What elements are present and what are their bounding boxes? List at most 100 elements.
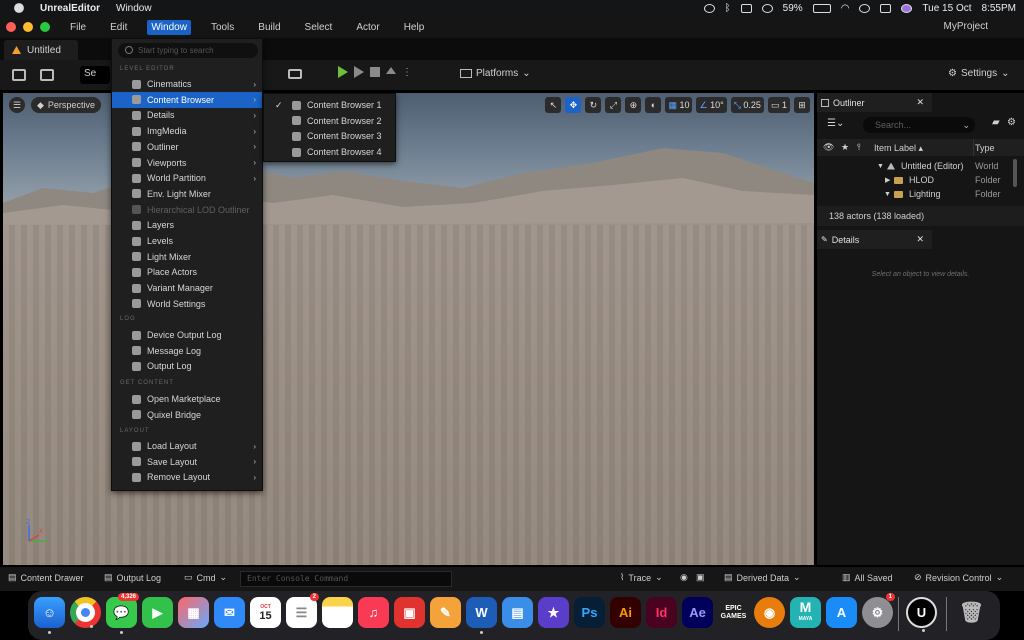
- chrome-icon[interactable]: [70, 597, 101, 628]
- submenu-item-content-browser-1[interactable]: ✓ Content Browser 1: [264, 97, 395, 113]
- settings-button[interactable]: ⚙ Settings ⌄: [948, 68, 1010, 79]
- mail-icon[interactable]: ✉: [214, 597, 245, 628]
- translate-tool-icon[interactable]: ✥: [565, 97, 582, 113]
- surface-snap-icon[interactable]: ◐: [645, 97, 662, 113]
- platforms-button[interactable]: Platforms ⌄: [460, 68, 531, 79]
- macos-app-name[interactable]: UnrealEditor: [40, 3, 100, 14]
- close-window-button[interactable]: [6, 22, 16, 32]
- creative-cloud-icon[interactable]: [703, 3, 715, 13]
- scale-snap-button[interactable]: ⤡ 0.25: [730, 97, 764, 113]
- menu-item-message-log[interactable]: Message Log: [112, 343, 262, 359]
- eject-icon[interactable]: [386, 67, 396, 74]
- menu-item-output-log[interactable]: Output Log: [112, 358, 262, 374]
- menu-item-light-mixer[interactable]: Light Mixer: [112, 249, 262, 265]
- trace-button[interactable]: ⌇ Trace ⌄: [620, 572, 663, 583]
- menu-tools[interactable]: Tools: [207, 20, 238, 35]
- revision-control-button[interactable]: ⊘ Revision Control ⌄: [914, 572, 1003, 583]
- calendar-icon[interactable]: OCT 15: [250, 597, 281, 628]
- trash-icon[interactable]: 🗑: [956, 597, 987, 628]
- console-command-input[interactable]: Enter Console Command: [240, 571, 452, 587]
- details-tab[interactable]: ✎ Details ✕: [817, 230, 932, 249]
- bluetooth-icon[interactable]: ᛒ: [725, 3, 731, 14]
- browse-content-icon[interactable]: [40, 69, 54, 81]
- derived-data-button[interactable]: ▤ Derived Data ⌄: [724, 572, 801, 583]
- menu-item-remove-layout[interactable]: Remove Layout ›: [112, 469, 262, 485]
- item-label-column[interactable]: Item Label ▴: [874, 143, 923, 154]
- visibility-eye-icon[interactable]: 👁: [823, 142, 834, 153]
- presentation-app-icon[interactable]: ▣: [394, 597, 425, 628]
- messages-icon[interactable]: 💬 4,326: [106, 593, 139, 634]
- screenshot-icon[interactable]: ▣: [696, 572, 705, 583]
- rotate-tool-icon[interactable]: ↻: [585, 97, 602, 113]
- document-tab-untitled[interactable]: Untitled: [4, 40, 78, 60]
- menu-item-levels[interactable]: Levels: [112, 233, 262, 249]
- cmd-dropdown[interactable]: ▭ Cmd ⌄: [184, 572, 227, 583]
- outliner-row[interactable]: ▼ Untitled (Editor) World: [817, 159, 1024, 173]
- outliner-row[interactable]: ▼ Lighting Folder: [817, 187, 1024, 201]
- close-icon[interactable]: ✕: [916, 97, 924, 108]
- media-play-icon[interactable]: [761, 3, 773, 13]
- battery-icon[interactable]: [812, 3, 831, 13]
- menu-actor[interactable]: Actor: [352, 20, 383, 35]
- play-options-icon[interactable]: ⋮: [402, 67, 412, 78]
- launchpad-icon[interactable]: ▦: [178, 597, 209, 628]
- menu-help[interactable]: Help: [400, 20, 429, 35]
- menu-edit[interactable]: Edit: [106, 20, 131, 35]
- submenu-item-content-browser-4[interactable]: Content Browser 4: [264, 144, 395, 160]
- all-saved-button[interactable]: ▥ All Saved: [842, 572, 893, 583]
- menu-item-quixel-bridge[interactable]: Quixel Bridge: [112, 407, 262, 423]
- submenu-item-content-browser-2[interactable]: Content Browser 2: [264, 113, 395, 129]
- outliner-row[interactable]: ▶ HLOD Folder: [817, 173, 1024, 187]
- wifi-icon[interactable]: ◠: [841, 3, 850, 14]
- perspective-button[interactable]: ◆ Perspective: [31, 97, 101, 113]
- advance-frame-icon[interactable]: [354, 66, 364, 78]
- selection-mode-button[interactable]: Se: [80, 66, 110, 84]
- menu-item-imgmedia[interactable]: ImgMedia ›: [112, 123, 262, 139]
- favorite-star-icon[interactable]: ★: [841, 142, 849, 153]
- select-tool-icon[interactable]: ↖: [545, 97, 562, 113]
- word-icon[interactable]: W: [466, 597, 497, 634]
- content-drawer-button[interactable]: ▤ Content Drawer: [8, 572, 84, 583]
- pin-icon[interactable]: ⫯: [857, 142, 861, 153]
- expand-arrow-icon[interactable]: ▼: [884, 191, 891, 198]
- scale-tool-icon[interactable]: ⤢: [605, 97, 622, 113]
- outliner-scrollbar[interactable]: [1013, 159, 1017, 187]
- illustrator-icon[interactable]: Ai: [610, 597, 641, 628]
- menu-item-device-output-log[interactable]: Device Output Log: [112, 327, 262, 343]
- music-icon[interactable]: ♫: [358, 597, 389, 628]
- cinematics-icon[interactable]: [288, 69, 302, 79]
- epic-games-icon[interactable]: EPIC GAMES: [718, 597, 749, 628]
- hamburger-menu-icon[interactable]: ☰: [9, 97, 25, 113]
- outliner-search-input[interactable]: Search... ⌄: [863, 117, 975, 133]
- pencil-app-icon[interactable]: ✎: [430, 597, 461, 628]
- outliner-tab[interactable]: Outliner ✕: [817, 93, 932, 112]
- menu-item-layers[interactable]: Layers: [112, 217, 262, 233]
- settings-gear-icon[interactable]: ⚙: [1007, 117, 1016, 128]
- macos-menu-window[interactable]: Window: [116, 3, 152, 14]
- siri-icon[interactable]: [901, 3, 913, 13]
- search-icon[interactable]: [859, 3, 871, 13]
- menu-search-input[interactable]: Start typing to search: [118, 43, 258, 58]
- menu-select[interactable]: Select: [301, 20, 337, 35]
- type-column-header[interactable]: Type: [975, 143, 995, 153]
- add-folder-icon[interactable]: ▰: [992, 117, 1000, 128]
- save-icon[interactable]: [12, 69, 26, 81]
- display-icon[interactable]: [740, 3, 752, 13]
- menu-item-content-browser[interactable]: Content Browser ›: [112, 91, 262, 108]
- filter-icon[interactable]: ☰⌄: [827, 118, 844, 129]
- menu-item-open-marketplace[interactable]: Open Marketplace: [112, 391, 262, 407]
- menu-item-cinematics[interactable]: Cinematics ›: [112, 76, 262, 92]
- photoshop-icon[interactable]: Ps: [574, 597, 605, 628]
- menu-item-world-partition[interactable]: World Partition ›: [112, 170, 262, 186]
- blender-icon[interactable]: ◉: [754, 597, 785, 628]
- maximize-window-button[interactable]: [40, 22, 50, 32]
- menu-item-world-settings[interactable]: World Settings: [112, 296, 262, 312]
- maya-icon[interactable]: M MAYA: [790, 597, 821, 628]
- keynote-icon[interactable]: ▤: [502, 597, 533, 628]
- submenu-item-content-browser-3[interactable]: Content Browser 3: [264, 128, 395, 144]
- menubar-time[interactable]: 8:55PM: [982, 3, 1016, 14]
- record-icon[interactable]: ◉: [680, 572, 688, 583]
- minimize-window-button[interactable]: [23, 22, 33, 32]
- notes-icon[interactable]: [322, 597, 353, 628]
- menu-item-load-layout[interactable]: Load Layout ›: [112, 438, 262, 454]
